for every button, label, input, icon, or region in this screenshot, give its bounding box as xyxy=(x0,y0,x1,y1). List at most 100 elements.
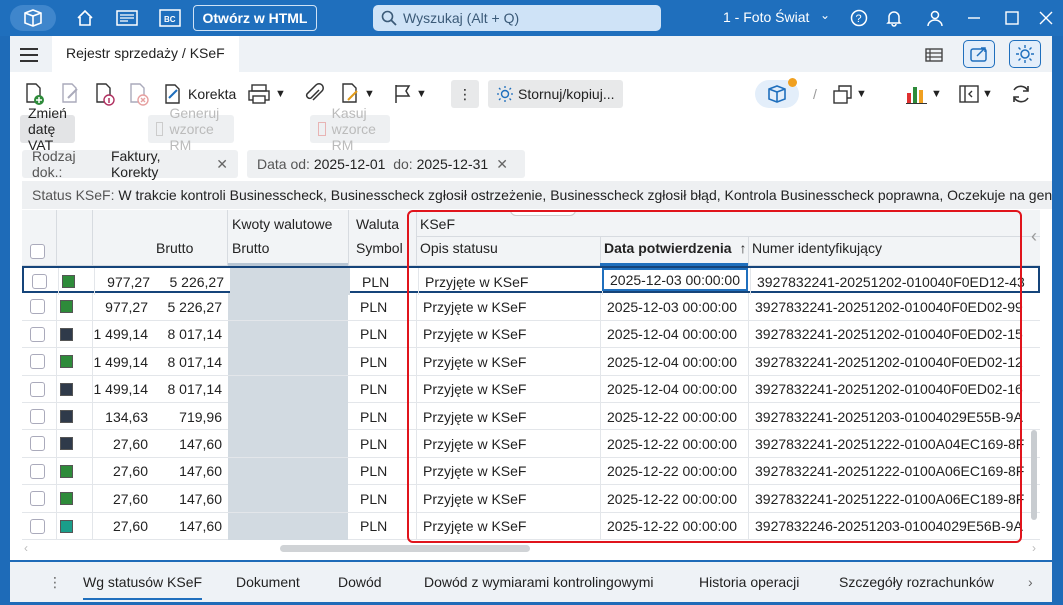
cell-kwoty-walutowe xyxy=(228,348,348,376)
filter-data-label: Data od: xyxy=(257,156,310,172)
header-symbol[interactable]: Symbol xyxy=(356,240,403,256)
header-brutto[interactable]: Brutto xyxy=(156,240,193,256)
tab-dokument[interactable]: Dokument xyxy=(236,574,300,590)
chart-icon[interactable]: ▼ xyxy=(905,82,942,106)
status-value: W trakcie kontroli Businesscheck, Busine… xyxy=(118,187,1052,203)
tabs-scroll-right-icon[interactable]: › xyxy=(1028,574,1033,590)
scroll-left-icon[interactable]: ‹ xyxy=(24,541,28,555)
row-checkbox[interactable] xyxy=(32,274,47,289)
theme-icon[interactable] xyxy=(1009,40,1041,68)
cell-waluta: PLN xyxy=(362,273,390,290)
search-icon xyxy=(381,10,397,26)
generuj-wzorce-button[interactable]: Generuj wzorce RM xyxy=(148,105,234,153)
row-checkbox[interactable] xyxy=(30,463,45,479)
korekta-label: Korekta xyxy=(188,86,237,102)
cell-kwoty-walutowe xyxy=(228,293,348,321)
filter-status-ksef[interactable]: Status KSeF: W trakcie kontroli Business… xyxy=(22,181,1052,209)
maximize-icon[interactable] xyxy=(999,6,1025,30)
row-checkbox[interactable] xyxy=(30,354,45,370)
close-icon[interactable] xyxy=(1033,6,1059,30)
row-checkbox[interactable] xyxy=(30,518,45,534)
drag-handle-icon[interactable]: ⋮ xyxy=(48,574,62,591)
company-selector[interactable]: 1 - Foto Świat xyxy=(723,9,809,25)
filter-data[interactable]: Data od: 2025-12-01 do: 2025-12-31 ✕ xyxy=(247,150,525,178)
row-checkbox[interactable] xyxy=(30,326,45,342)
cell-waluta: PLN xyxy=(360,463,388,480)
kasuj-wzorce-button[interactable]: Kasuj wzorce RM xyxy=(310,105,391,153)
flag-icon[interactable]: ▼ xyxy=(392,82,427,106)
header-kwoty-walutowe: Kwoty walutowe xyxy=(232,216,333,232)
chevron-down-icon[interactable]: ▼ xyxy=(856,88,867,100)
tab-szczegoly-rozrachunkow[interactable]: Szczegóły rozrachunków xyxy=(839,574,994,590)
main-window: Rejestr sprzedaży / KSeF Korekta ▼ ▼ ▼ ⋮… xyxy=(10,36,1052,560)
row-checkbox[interactable] xyxy=(30,409,45,424)
delete-document-icon[interactable] xyxy=(128,82,150,106)
highlight-box xyxy=(407,210,1022,543)
chevron-down-icon[interactable]: ▼ xyxy=(982,88,993,100)
tab-historia-operacji[interactable]: Historia operacji xyxy=(699,574,799,590)
export-icon[interactable]: ▼ xyxy=(832,82,867,106)
app-logo-icon[interactable] xyxy=(10,5,56,31)
cell-netto: 1 499,14 xyxy=(93,326,149,343)
header-kwoty-brutto[interactable]: Brutto xyxy=(232,240,269,256)
user-icon[interactable] xyxy=(922,6,948,30)
horizontal-scrollbar[interactable] xyxy=(280,545,530,552)
svg-text:BC: BC xyxy=(164,15,176,24)
sign-document-icon[interactable]: ▼ xyxy=(340,82,375,106)
zmien-date-vat-button[interactable]: Zmień datę VAT xyxy=(20,105,75,153)
more-options-icon[interactable]: ⋮ xyxy=(451,80,479,108)
tab-dowod[interactable]: Dowód xyxy=(338,574,382,590)
tab-rejestr-sprzedazy[interactable]: Rejestr sprzedaży / KSeF xyxy=(52,36,239,72)
chevron-down-icon[interactable]: ▼ xyxy=(364,88,375,100)
chevron-down-icon[interactable]: ⌄ xyxy=(820,8,830,22)
bc-icon[interactable]: BC xyxy=(157,6,183,30)
select-all-checkbox[interactable] xyxy=(30,244,45,259)
search-input[interactable]: Wyszukaj (Alt + Q) xyxy=(373,5,661,31)
filter-rodzaj[interactable]: Rodzaj dok.: Faktury, Korekty ✕ xyxy=(22,148,238,180)
status-label: Status KSeF: xyxy=(32,187,115,203)
layout-icon[interactable] xyxy=(918,40,950,68)
row-checkbox[interactable] xyxy=(30,299,45,315)
attachment-icon[interactable] xyxy=(304,82,326,106)
scroll-right-icon[interactable]: › xyxy=(1032,541,1036,555)
menu-icon[interactable] xyxy=(20,48,38,62)
cell-waluta: PLN xyxy=(360,326,388,343)
home-icon[interactable] xyxy=(72,6,98,30)
generuj-label: Generuj wzorce RM xyxy=(169,105,220,153)
tab-wg-statusow-ksef[interactable]: Wg statusów KSeF xyxy=(83,574,203,600)
status-color-square xyxy=(60,437,73,451)
print-icon[interactable]: ▼ xyxy=(247,82,286,106)
tab-dowod-z-wymiarami[interactable]: Dowód z wymiarami kontrolingowymi xyxy=(424,574,657,590)
row-checkbox[interactable] xyxy=(30,436,45,452)
minimize-icon[interactable] xyxy=(961,6,987,30)
stornuj-button[interactable]: Stornuj/kopiuj... xyxy=(488,80,623,108)
search-placeholder: Wyszukaj (Alt + Q) xyxy=(403,10,520,26)
add-document-icon[interactable] xyxy=(24,82,46,106)
clear-filter-icon[interactable]: ✕ xyxy=(216,156,228,173)
row-checkbox[interactable] xyxy=(30,491,45,507)
kasuj-label: Kasuj wzorce RM xyxy=(331,105,376,153)
cell-brutto: 8 017,14 xyxy=(167,381,223,398)
panel-icon[interactable]: ▼ xyxy=(958,82,993,106)
clear-filter-icon[interactable]: ✕ xyxy=(496,156,508,173)
bell-icon[interactable] xyxy=(881,6,907,30)
edit-document-icon[interactable] xyxy=(60,82,82,106)
chevron-down-icon[interactable]: ▼ xyxy=(416,88,427,100)
vertical-scrollbar[interactable] xyxy=(1031,430,1037,520)
cell-waluta: PLN xyxy=(360,381,388,398)
help-icon[interactable]: ? xyxy=(846,6,872,30)
row-checkbox[interactable] xyxy=(30,381,45,397)
cell-waluta: PLN xyxy=(360,298,388,315)
register-icon[interactable] xyxy=(114,6,140,30)
chevron-down-icon[interactable]: ▼ xyxy=(275,88,286,100)
side-panel-chevron-icon[interactable]: ‹ xyxy=(1031,226,1037,247)
cell-kwoty-walutowe xyxy=(228,320,348,348)
korekta-button[interactable]: Korekta xyxy=(164,82,236,106)
ksef-cube-icon[interactable] xyxy=(755,78,799,108)
share-icon[interactable] xyxy=(963,40,995,68)
document-info-icon[interactable] xyxy=(94,82,116,106)
chevron-down-icon[interactable]: ▼ xyxy=(931,88,942,100)
refresh-icon[interactable] xyxy=(1010,82,1032,106)
cell-brutto: 147,60 xyxy=(179,490,222,507)
open-html-button[interactable]: Otwórz w HTML xyxy=(193,5,317,31)
